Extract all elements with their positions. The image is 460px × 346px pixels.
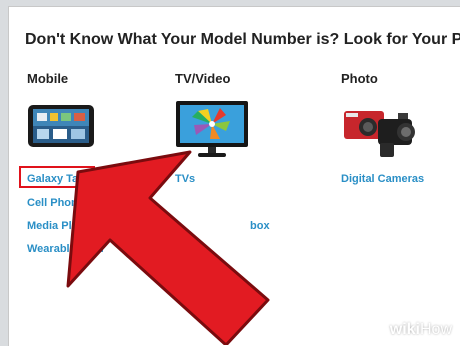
- pointer-arrow-icon: [66, 150, 270, 345]
- watermark-how: How: [419, 321, 452, 338]
- watermark-wiki: wiki: [389, 321, 420, 338]
- wikihow-watermark: wikiHow: [390, 321, 452, 339]
